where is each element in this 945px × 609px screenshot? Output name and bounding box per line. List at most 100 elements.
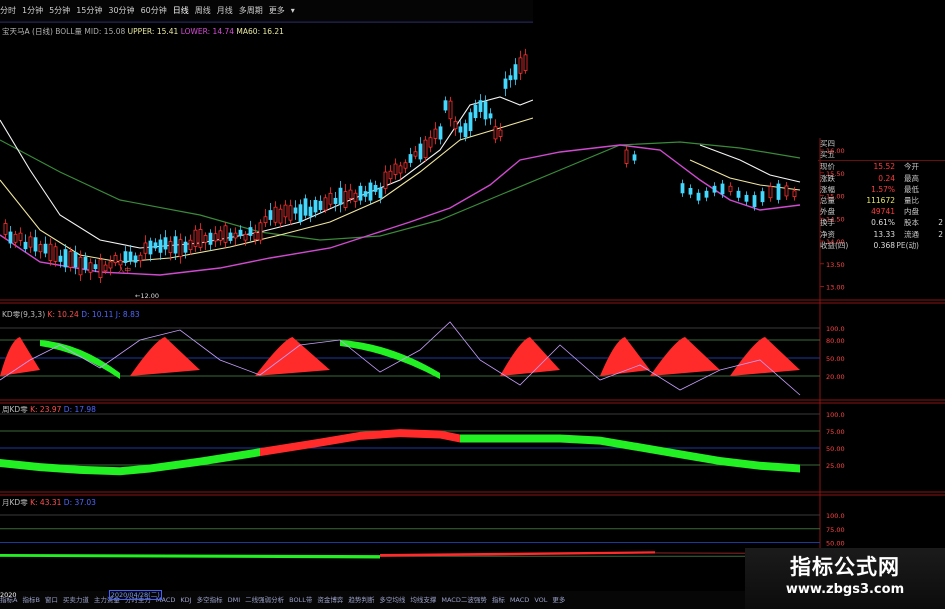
candle-body [632, 154, 637, 161]
low-price-label: ←12.00 [135, 292, 159, 300]
right-blank-area [533, 0, 945, 138]
quote-label: 外盘 [820, 207, 835, 217]
indicator-tab-16[interactable]: MACD二波强势 [441, 596, 486, 604]
candle-body [712, 185, 717, 193]
quote-value: 49741 [871, 207, 895, 217]
candle-body [18, 232, 23, 241]
candle-body [358, 185, 363, 201]
quote-label: 涨幅 [820, 184, 835, 194]
indicator-tab-19[interactable]: VOL [534, 596, 547, 604]
indicator-tab-3[interactable]: 买卖力道 [63, 596, 89, 604]
indicator-tab-9[interactable]: DMI [228, 596, 241, 604]
candle-body [348, 189, 353, 199]
candle-body [168, 241, 173, 253]
candle-body [238, 229, 243, 237]
month-k: K: 43.31 [30, 498, 62, 507]
candle-body [688, 187, 693, 195]
month-name[interactable]: 月KD零 [2, 498, 28, 507]
quote-label: 净资 [820, 229, 835, 239]
candle-body [23, 241, 28, 250]
candle-body [328, 192, 333, 205]
indicator-tab-13[interactable]: 趋势判断 [348, 596, 374, 604]
candle-body [776, 183, 781, 200]
candle-body [720, 183, 725, 195]
candle-body [268, 210, 273, 220]
indicator-tab-20[interactable]: 更多 [552, 596, 565, 604]
ask-row: 买四 [818, 138, 945, 149]
indicator-tab-18[interactable]: MACD [510, 596, 529, 604]
candle-body [78, 256, 83, 276]
candle-body [138, 254, 143, 262]
quote-side-value: 2 [938, 218, 943, 228]
indicator-tab-17[interactable]: 指标 [492, 596, 505, 604]
kd-wave-band [40, 340, 120, 379]
candle-body [163, 237, 168, 250]
candle-body [103, 264, 108, 272]
candle-body [248, 227, 253, 236]
quote-label-2: 今开 [904, 162, 919, 172]
indicator-tab-14[interactable]: 多空均线 [379, 596, 405, 604]
candle-body [178, 239, 183, 257]
candle-body [752, 195, 757, 207]
candle-body [478, 100, 483, 112]
candle-body [73, 252, 78, 268]
candle-body [243, 233, 248, 241]
candle-body [3, 223, 8, 235]
week-tick-label: 75.00 [826, 428, 845, 436]
price-tick-label: 13.00 [826, 284, 845, 292]
candle-body [383, 171, 388, 189]
week-name[interactable]: 周KD零 [2, 405, 28, 414]
stock-name[interactable]: 宝天马A (日线) [2, 27, 53, 36]
candle-body [448, 100, 453, 120]
boll-upper-line [0, 96, 534, 249]
week-tick-label: 100.0 [826, 411, 845, 419]
candle-body [198, 229, 203, 248]
indicator-tab-8[interactable]: 多空指标 [197, 596, 223, 604]
kd-wave-band [130, 337, 200, 376]
quote-row: 收益(四) 0.368 PE(动) [818, 240, 945, 251]
kd-wave-band [730, 337, 800, 376]
indicator-tab-12[interactable]: 资金博弈 [317, 596, 343, 604]
candle-body [333, 197, 338, 204]
candle-body [258, 222, 263, 241]
week-d: D: 17.98 [63, 405, 96, 414]
kd-tick-label: 20.00 [826, 373, 845, 381]
candle-body [148, 240, 153, 255]
quote-label-2: 流通 [904, 229, 919, 239]
boll-upper-line-right [699, 144, 801, 183]
candle-body [508, 75, 513, 81]
quote-row: 总量 111672 量比 [818, 195, 945, 206]
quote-label-2: 最高 [904, 173, 919, 183]
quote-side-value: 2 [938, 229, 943, 239]
candle-body [173, 236, 178, 254]
candle-body [43, 243, 48, 254]
ask-label: 买五 [820, 150, 835, 160]
month-tick-label: 100.0 [826, 512, 845, 520]
candle-body [318, 200, 323, 210]
indicator-tab-15[interactable]: 均线支撑 [410, 596, 436, 604]
quote-row: 涨跌 0.24 最高 [818, 173, 945, 184]
indicator-tab-7[interactable]: KDJ [180, 596, 191, 604]
ask-label: 买四 [820, 139, 835, 148]
candle-body [158, 239, 163, 253]
candle-body [468, 112, 473, 132]
indicator-tab-2[interactable]: 窗口 [45, 596, 58, 604]
indicator-tab-10[interactable]: 二线强弱分析 [245, 596, 284, 604]
kd-name[interactable]: KD零(9,3,3) [2, 310, 45, 319]
indicator-tab-1[interactable]: 指标B [22, 596, 39, 604]
candle-body [98, 259, 103, 279]
quote-value: 1.57% [871, 184, 895, 194]
quote-label: 现价 [820, 162, 835, 172]
candle-body [408, 154, 413, 163]
candle-body [736, 190, 741, 198]
candle-body [58, 255, 63, 262]
selected-date[interactable]: 2020/04/28(二) [108, 590, 162, 600]
indicator-tab-11[interactable]: BOLL带 [289, 596, 312, 604]
week-tick-label: 50.00 [826, 445, 845, 453]
candle-body [308, 206, 313, 217]
watermark-banner: 指标公式网 www.zbgs3.com [745, 548, 945, 609]
candle-body [303, 198, 308, 216]
candle-body [48, 243, 53, 261]
candle-body [183, 241, 188, 253]
candle-body [143, 242, 148, 254]
